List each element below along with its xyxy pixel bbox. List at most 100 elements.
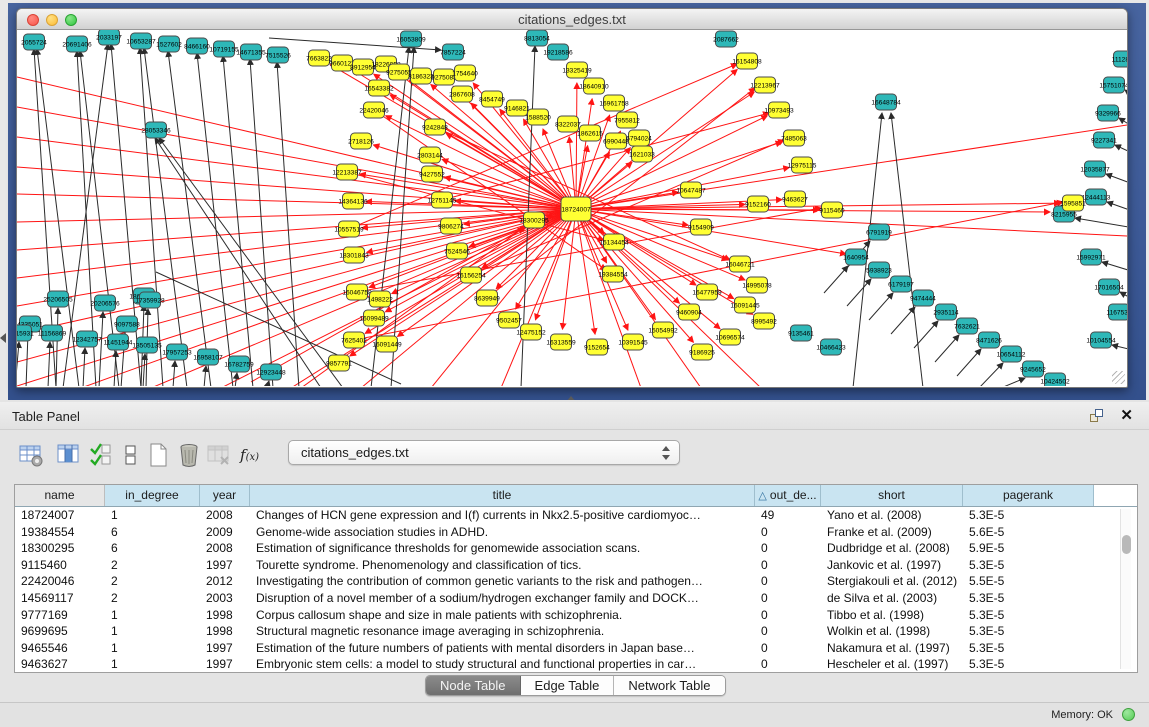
network-node[interactable]: 8639949 <box>474 290 500 306</box>
window-resize-grip[interactable] <box>1112 371 1125 384</box>
network-node[interactable]: 19384554 <box>598 266 628 282</box>
column-header-name[interactable]: name <box>15 485 105 506</box>
network-node[interactable]: 2055724 <box>21 34 47 50</box>
close-panel-icon[interactable]: ✕ <box>1120 406 1133 424</box>
table-selector-dropdown[interactable]: citations_edges.txt <box>288 440 680 465</box>
table-row[interactable]: 1872400712008Changes of HCN gene express… <box>15 507 1094 524</box>
network-node[interactable]: 6179197 <box>888 276 914 292</box>
west-panel-collapse-handle[interactable] <box>0 333 6 343</box>
network-node[interactable]: 2718126 <box>348 133 374 149</box>
network-node[interactable]: 10466423 <box>816 339 846 355</box>
column-header-in-degree[interactable]: in_degree <box>105 485 200 506</box>
table-cell[interactable]: 1 <box>105 507 200 524</box>
network-node[interactable]: 9097588 <box>114 316 140 332</box>
table-cell[interactable]: 5.5E-5 <box>963 573 1094 590</box>
network-node[interactable]: 1112856 <box>1112 51 1127 67</box>
network-node[interactable]: 17957253 <box>162 344 192 360</box>
table-row[interactable]: 1938455462009Genome-wide association stu… <box>15 524 1094 541</box>
table-cell[interactable]: 2009 <box>200 524 250 541</box>
network-node[interactable]: 16648784 <box>871 94 901 110</box>
column-header-year[interactable]: year <box>200 485 250 506</box>
network-node[interactable]: 7625402 <box>341 332 367 348</box>
network-node[interactable]: 12035877 <box>1080 161 1110 177</box>
network-node[interactable]: 15134454 <box>599 234 629 250</box>
network-node[interactable]: 12213967 <box>750 77 780 93</box>
network-node[interactable]: 16156254 <box>456 267 486 283</box>
network-node[interactable]: 12342757 <box>72 331 102 347</box>
network-node[interactable]: 7524546 <box>444 243 470 259</box>
table-row[interactable]: 946362711997Embryonic stem cells: a mode… <box>15 656 1094 673</box>
network-node[interactable]: 7485063 <box>781 130 807 146</box>
network-node[interactable]: 9474444 <box>910 290 936 306</box>
column-header-short[interactable]: short <box>821 485 963 506</box>
table-cell[interactable]: 1997 <box>200 656 250 673</box>
table-cell[interactable]: Tourette syndrome. Phenomenology and cla… <box>250 557 755 574</box>
network-node[interactable]: 16154808 <box>732 53 762 69</box>
network-node[interactable]: 9245652 <box>1020 361 1046 377</box>
table-row[interactable]: 911546021997Tourette syndrome. Phenomeno… <box>15 557 1094 574</box>
network-node[interactable]: 16313559 <box>546 334 576 350</box>
tab-node-table[interactable]: Node Table <box>426 676 521 695</box>
table-cell[interactable]: Hescheler et al. (1997) <box>821 656 963 673</box>
table-cell[interactable]: Stergiakouli et al. (2012) <box>821 573 963 590</box>
network-node[interactable]: 25206505 <box>43 291 73 307</box>
network-node[interactable]: 5938923 <box>866 262 892 278</box>
table-cell[interactable]: Structural magnetic resonance image aver… <box>250 623 755 640</box>
network-node[interactable]: 14995078 <box>742 277 772 293</box>
network-node[interactable]: 12751145 <box>428 192 457 208</box>
network-node[interactable]: 12975115 <box>788 157 817 173</box>
network-node[interactable]: 13325419 <box>562 62 592 78</box>
network-node[interactable]: 9242848 <box>422 119 448 135</box>
tab-network-table[interactable]: Network Table <box>614 676 724 695</box>
network-node[interactable]: 7857224 <box>440 44 466 60</box>
network-node[interactable]: 10654112 <box>997 346 1026 362</box>
table-cell[interactable]: 0 <box>755 557 821 574</box>
function-builder-icon[interactable]: f(x) <box>240 446 266 472</box>
table-cell[interactable]: Investigating the contribution of common… <box>250 573 755 590</box>
network-node[interactable]: 1527602 <box>156 36 182 52</box>
table-cell[interactable]: 5.3E-5 <box>963 507 1094 524</box>
table-cell[interactable]: 2003 <box>200 590 250 607</box>
table-row[interactable]: 2242004622012Investigating the contribut… <box>15 573 1094 590</box>
table-cell[interactable]: 6 <box>105 524 200 541</box>
table-row[interactable]: 946554611997Estimation of the future num… <box>15 640 1094 657</box>
table-cell[interactable]: 5.3E-5 <box>963 656 1094 673</box>
network-node[interactable]: 9152160 <box>745 196 771 212</box>
table-cell[interactable]: 14569117 <box>15 590 105 607</box>
network-node[interactable]: 16053809 <box>396 31 426 47</box>
network-node[interactable]: 14364136 <box>338 193 368 209</box>
table-cell[interactable]: 2008 <box>200 540 250 557</box>
network-node[interactable]: 12213387 <box>332 164 362 180</box>
network-node[interactable]: 7632621 <box>954 318 980 334</box>
table-cell[interactable]: 1997 <box>200 640 250 657</box>
vertical-scrollbar[interactable] <box>1120 509 1131 669</box>
network-node[interactable]: 6794024 <box>626 130 652 146</box>
table-cell[interactable]: 2 <box>105 573 200 590</box>
table-cell[interactable]: Estimation of the future numbers of pati… <box>250 640 755 657</box>
network-node[interactable]: 2033197 <box>96 30 122 45</box>
network-node[interactable]: 1595851 <box>1060 195 1086 211</box>
table-cell[interactable]: 49 <box>755 507 821 524</box>
table-cell[interactable]: 22420046 <box>15 573 105 590</box>
table-cell[interactable]: 0 <box>755 590 821 607</box>
network-node[interactable]: 9186925 <box>689 344 715 360</box>
table-header-row[interactable]: namein_degreeyeartitle△ out_de...shortpa… <box>15 485 1137 507</box>
network-node[interactable]: 11451944 <box>104 334 133 350</box>
table-row[interactable]: 969969511998Structural magnetic resonanc… <box>15 623 1094 640</box>
network-node[interactable]: 15992971 <box>1076 249 1106 265</box>
table-cell[interactable]: de Silva et al. (2003) <box>821 590 963 607</box>
network-node[interactable]: 1498222 <box>367 291 393 307</box>
table-cell[interactable]: Corpus callosum shape and size in male p… <box>250 607 755 624</box>
network-node[interactable]: 9857791 <box>326 355 352 371</box>
table-cell[interactable]: Disruption of a novel member of a sodium… <box>250 590 755 607</box>
network-node[interactable]: 10973493 <box>764 102 794 118</box>
network-node[interactable]: 16958107 <box>193 349 223 365</box>
table-cell[interactable]: 9777169 <box>15 607 105 624</box>
network-node[interactable]: 8454749 <box>479 91 505 107</box>
network-node[interactable]: 16091449 <box>372 336 402 352</box>
network-node[interactable]: 18300295 <box>519 212 549 228</box>
table-cell[interactable]: 9115460 <box>15 557 105 574</box>
table-cell[interactable]: 1 <box>105 607 200 624</box>
table-cell[interactable]: 1 <box>105 656 200 673</box>
table-cell[interactable]: 2012 <box>200 573 250 590</box>
